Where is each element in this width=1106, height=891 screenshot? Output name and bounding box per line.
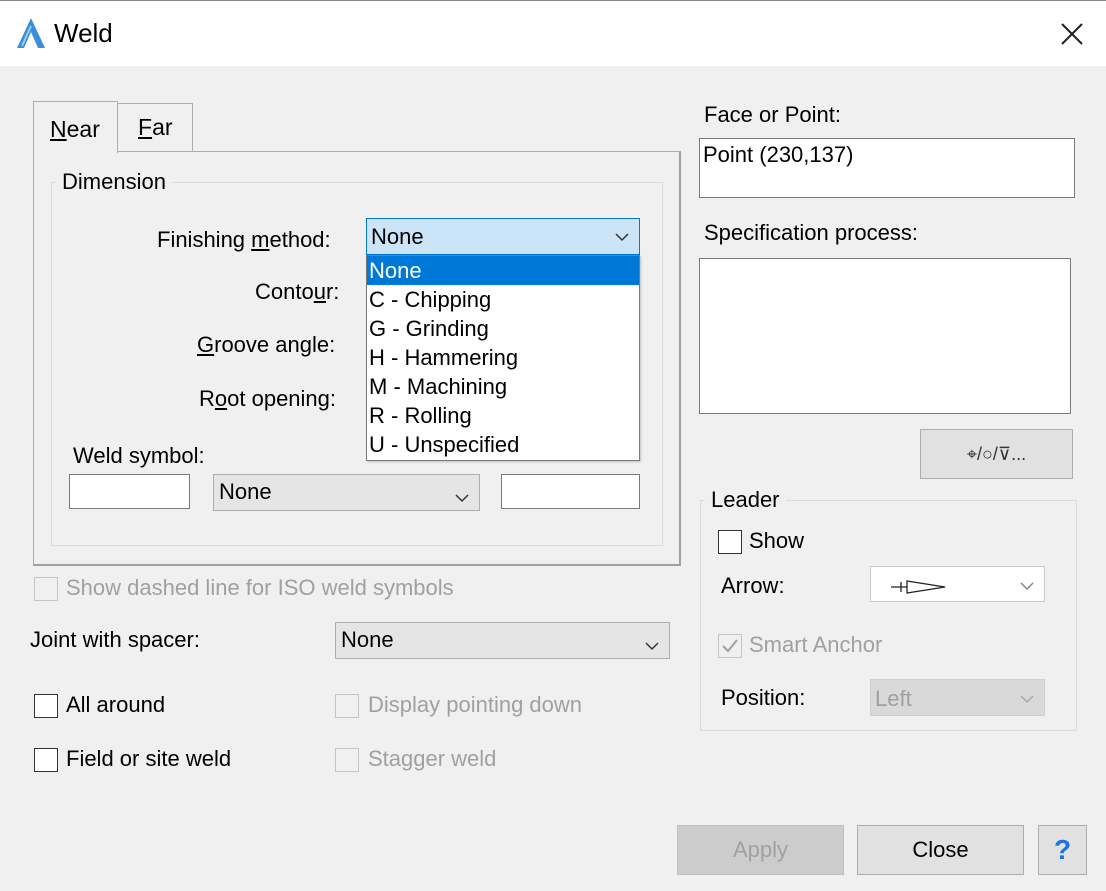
pointing-down-label: Display pointing down: [368, 692, 583, 717]
close-window-button[interactable]: [1052, 14, 1092, 54]
smart-anchor-label: Smart Anchor: [749, 632, 883, 657]
face-point-value: Point (230,137): [703, 142, 854, 167]
weld-symbol-combo-value: None: [219, 479, 272, 504]
weld-symbol-label: Weld symbol:: [73, 443, 205, 468]
joint-spacer-combo[interactable]: None: [335, 622, 670, 659]
chevron-down-icon: [645, 631, 659, 665]
arrow-style-icon: [889, 576, 949, 602]
close-button[interactable]: Close: [857, 825, 1024, 875]
dropdown-option-rolling[interactable]: R - Rolling: [367, 401, 639, 430]
window-title: Weld: [54, 18, 113, 48]
close-icon: [1061, 23, 1083, 45]
app-logo-icon: [14, 16, 48, 50]
chevron-down-icon: [1020, 575, 1034, 601]
tab-far-label: Far: [138, 114, 173, 140]
title-bar: [0, 0, 1106, 66]
chevron-down-icon: [615, 226, 629, 252]
dropdown-option-machining[interactable]: M - Machining: [367, 372, 639, 401]
arrow-label: Arrow:: [721, 573, 785, 598]
dropdown-option-chipping[interactable]: C - Chipping: [367, 285, 639, 314]
face-point-label: Face or Point:: [704, 102, 841, 127]
root-opening-label: Root opening:: [199, 386, 337, 411]
dropdown-option-unspecified[interactable]: U - Unspecified: [367, 430, 639, 459]
joint-spacer-label: Joint with spacer:: [30, 627, 200, 652]
joint-spacer-value: None: [341, 627, 394, 652]
dropdown-option-hammering[interactable]: H - Hammering: [367, 343, 639, 372]
weld-symbol-right-field[interactable]: [501, 474, 640, 509]
tab-near-label: Near: [50, 116, 100, 142]
dropdown-option-none[interactable]: None: [367, 256, 639, 285]
leader-show-label: Show: [749, 528, 805, 553]
smart-anchor-checkbox[interactable]: [718, 634, 742, 658]
arrow-combo[interactable]: [870, 566, 1045, 602]
iso-dashed-checkbox[interactable]: [34, 577, 58, 601]
dropdown-option-grinding[interactable]: G - Grinding: [367, 314, 639, 343]
finishing-method-combo[interactable]: None: [366, 218, 640, 255]
tab-far[interactable]: Far: [117, 103, 193, 151]
spec-process-field[interactable]: [699, 258, 1071, 414]
leader-group-title: Leader: [705, 487, 786, 513]
field-weld-label: Field or site weld: [66, 746, 232, 771]
position-combo[interactable]: Left: [870, 679, 1045, 716]
stagger-weld-checkbox[interactable]: [335, 748, 359, 772]
stagger-weld-label: Stagger weld: [368, 746, 497, 771]
chevron-down-icon: [1020, 688, 1034, 714]
position-label: Position:: [721, 685, 806, 710]
weld-symbol-left-field[interactable]: [69, 474, 190, 509]
dimension-group-title: Dimension: [56, 169, 172, 195]
finishing-method-label: Finishing method:: [157, 227, 331, 252]
field-weld-checkbox[interactable]: [34, 748, 58, 772]
help-button[interactable]: ?: [1038, 825, 1087, 875]
iso-dashed-label: Show dashed line for ISO weld symbols: [66, 575, 454, 600]
symbols-button[interactable]: ⌖/○/⊽...: [920, 429, 1073, 479]
checkmark-icon: [722, 639, 738, 653]
all-around-label: All around: [66, 692, 166, 717]
finishing-method-value: None: [371, 224, 424, 249]
finishing-method-dropdown: None C - Chipping G - Grinding H - Hamme…: [366, 255, 640, 461]
apply-button[interactable]: Apply: [677, 825, 844, 875]
face-point-field[interactable]: Point (230,137): [699, 138, 1075, 198]
position-value: Left: [875, 686, 912, 711]
weld-symbol-combo[interactable]: None: [213, 474, 480, 511]
tab-near[interactable]: Near: [33, 101, 118, 153]
spec-process-label: Specification process:: [704, 220, 918, 245]
contour-label: Contour:: [255, 279, 340, 304]
leader-show-checkbox[interactable]: [718, 530, 742, 554]
chevron-down-icon: [455, 483, 469, 517]
groove-angle-label: Groove angle:: [197, 332, 336, 357]
all-around-checkbox[interactable]: [34, 694, 58, 718]
pointing-down-checkbox[interactable]: [335, 694, 359, 718]
